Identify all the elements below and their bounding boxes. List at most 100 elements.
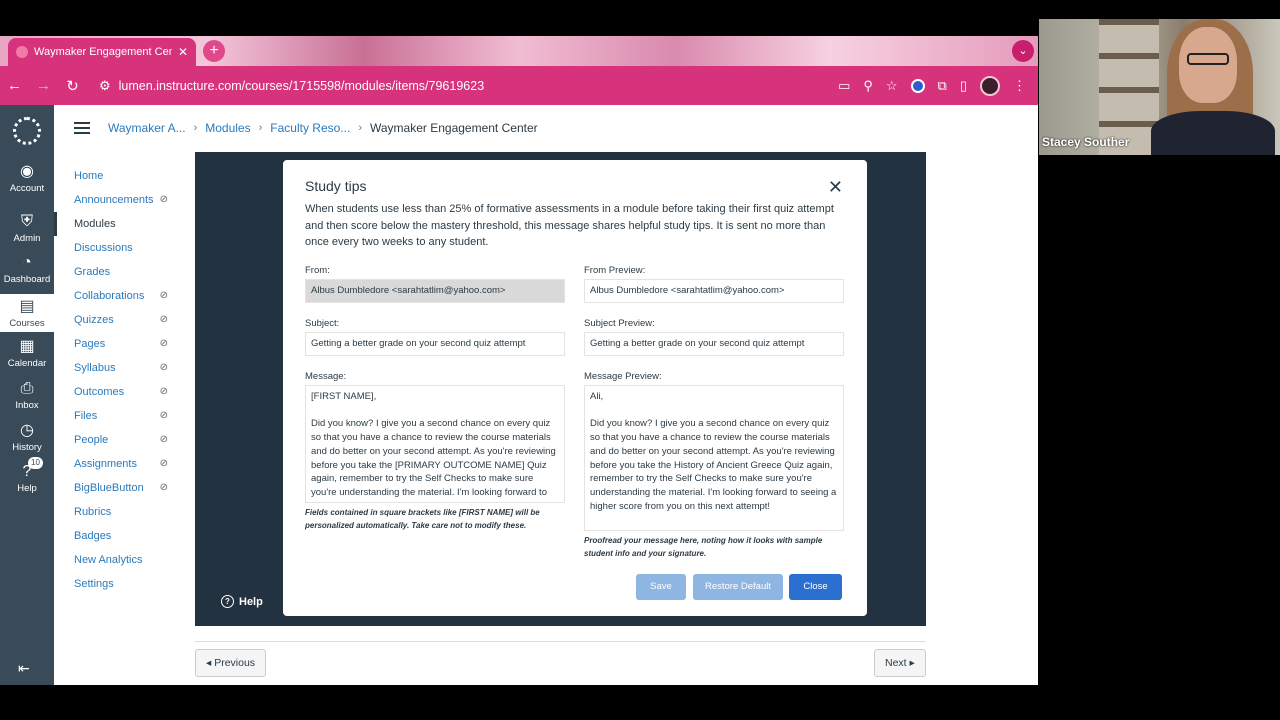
course-nav-badges[interactable]: Badges bbox=[54, 524, 184, 548]
course-nav-grades[interactable]: Grades bbox=[54, 260, 184, 284]
course-nav-label: Outcomes bbox=[74, 386, 125, 398]
hidden-eye-icon: ⊘ bbox=[159, 290, 168, 301]
bookmark-star-icon[interactable]: ☆ bbox=[886, 78, 898, 94]
password-manager-icon[interactable] bbox=[910, 78, 925, 93]
canvas-logo-icon[interactable] bbox=[13, 117, 41, 145]
menu-dots-icon[interactable]: ⋮ bbox=[1013, 78, 1026, 94]
favicon-icon bbox=[16, 46, 28, 58]
dialog-description: When students use less than 25% of forma… bbox=[305, 203, 834, 248]
course-nav-assignments[interactable]: Assignments ⊘ bbox=[54, 452, 184, 476]
next-button[interactable]: Next ▸ bbox=[874, 649, 926, 677]
global-nav-label: Account bbox=[9, 183, 45, 194]
admin-shield-icon: ⛨ bbox=[20, 213, 33, 230]
extensions-icon[interactable]: ⧉ bbox=[938, 78, 947, 94]
course-nav-label: Syllabus bbox=[74, 362, 116, 374]
profile-avatar[interactable] bbox=[980, 75, 1000, 96]
global-nav-label: Courses bbox=[9, 318, 45, 329]
study-tips-dialog: Study tips ✕ When students use less than… bbox=[283, 160, 867, 616]
close-icon[interactable]: ✕ bbox=[828, 177, 843, 198]
hidden-eye-icon: ⊘ bbox=[159, 194, 168, 205]
course-nav-label: New Analytics bbox=[74, 554, 143, 566]
toolbar-icons: ▭ ⚲ ☆ ⧉ ▯ ⋮ bbox=[838, 75, 1038, 96]
course-nav-modules[interactable]: Modules bbox=[54, 212, 184, 236]
collapse-nav-icon[interactable]: ⇤ bbox=[18, 660, 30, 677]
inbox-icon: ⎙ bbox=[20, 380, 34, 397]
browser-tab[interactable]: Waymaker Engagement Cente ✕ bbox=[8, 38, 196, 66]
global-nav-label: Help bbox=[17, 483, 37, 494]
from-preview-value: Albus Dumbledore <sarahtatlim@yahoo.com> bbox=[584, 279, 844, 303]
global-navigation: ◉ Account ⛨ Admin ◔ Dashboard ▤ Courses ▦ Calenda… bbox=[0, 105, 54, 685]
hidden-eye-icon: ⊘ bbox=[159, 314, 168, 325]
breadcrumb-faculty-resources[interactable]: Faculty Reso... bbox=[270, 121, 350, 135]
close-tab-icon[interactable]: ✕ bbox=[178, 45, 188, 59]
course-nav-quizzes[interactable]: Quizzes ⊘ bbox=[54, 308, 184, 332]
global-nav-calendar[interactable]: ▦ Calendar bbox=[0, 334, 54, 372]
footer-divider bbox=[195, 641, 926, 642]
course-nav-people[interactable]: People ⊘ bbox=[54, 428, 184, 452]
save-button[interactable]: Save bbox=[636, 574, 686, 600]
chevron-right-icon: › bbox=[193, 122, 198, 134]
zoom-icon[interactable]: ⚲ bbox=[863, 78, 873, 94]
global-nav-help[interactable]: ? 10 Help bbox=[0, 457, 54, 497]
course-nav-pages[interactable]: Pages ⊘ bbox=[54, 332, 184, 356]
presenter-body bbox=[1151, 111, 1275, 155]
global-nav-inbox[interactable]: ⎙ Inbox bbox=[0, 376, 54, 414]
subject-preview-value: Getting a better grade on your second qu… bbox=[584, 332, 844, 356]
hidden-eye-icon: ⊘ bbox=[159, 434, 168, 445]
course-nav-bigbluebutton[interactable]: BigBlueButton ⊘ bbox=[54, 476, 184, 500]
browser-toolbar: ← → ↻ ⚙ lumen.instructure.com/courses/17… bbox=[0, 66, 1038, 105]
message-preview-label: Message Preview: bbox=[584, 371, 662, 382]
course-nav-label: Pages bbox=[74, 338, 106, 350]
course-nav-label: Discussions bbox=[74, 242, 133, 254]
preview-column: From Preview: Albus Dumbledore <sarahtat… bbox=[584, 265, 844, 560]
global-nav-account[interactable]: ◉ Account bbox=[0, 159, 54, 197]
cast-icon[interactable]: ▭ bbox=[838, 78, 850, 94]
course-nav-outcomes[interactable]: Outcomes ⊘ bbox=[54, 380, 184, 404]
course-nav-label: Modules bbox=[74, 218, 116, 230]
course-nav-settings[interactable]: Settings bbox=[54, 572, 184, 596]
side-panel-icon[interactable]: ▯ bbox=[960, 78, 967, 94]
address-bar[interactable]: ⚙ lumen.instructure.com/courses/1715598/… bbox=[99, 78, 838, 94]
reload-icon[interactable]: ↻ bbox=[58, 77, 87, 95]
help-button[interactable]: ? Help bbox=[221, 595, 263, 608]
browser-window: Waymaker Engagement Cente ✕ + ⌄ ← → ↻ ⚙ … bbox=[0, 36, 1038, 685]
global-nav-admin[interactable]: ⛨ Admin bbox=[0, 209, 54, 247]
back-icon[interactable]: ← bbox=[0, 77, 29, 94]
global-nav-dashboard[interactable]: ◔ Dashboard bbox=[0, 250, 54, 288]
subject-input[interactable]: Getting a better grade on your second qu… bbox=[305, 332, 565, 356]
hidden-eye-icon: ⊘ bbox=[159, 410, 168, 421]
chevron-right-icon: › bbox=[258, 122, 263, 134]
message-preview-value: Ali, Did you know? I give you a second c… bbox=[584, 385, 844, 531]
course-nav-files[interactable]: Files ⊘ bbox=[54, 404, 184, 428]
course-nav-label: Quizzes bbox=[74, 314, 114, 326]
question-icon: ? bbox=[221, 595, 234, 608]
course-nav-label: Home bbox=[74, 170, 104, 182]
course-nav-rubrics[interactable]: Rubrics bbox=[54, 500, 184, 524]
course-nav-syllabus[interactable]: Syllabus ⊘ bbox=[54, 356, 184, 380]
breadcrumb-modules[interactable]: Modules bbox=[205, 121, 250, 135]
site-info-icon[interactable]: ⚙ bbox=[99, 78, 111, 94]
global-nav-courses[interactable]: ▤ Courses bbox=[0, 294, 54, 332]
tab-search-icon[interactable]: ⌄ bbox=[1012, 40, 1034, 62]
new-tab-button[interactable]: + bbox=[203, 40, 225, 62]
course-navigation: Home Announcements ⊘ Modules Discussions Grad… bbox=[54, 164, 184, 596]
breadcrumb-course[interactable]: Waymaker A... bbox=[108, 121, 186, 135]
course-nav-home[interactable]: Home bbox=[54, 164, 184, 188]
forward-icon[interactable]: → bbox=[29, 77, 58, 94]
restore-default-button[interactable]: Restore Default bbox=[693, 574, 783, 600]
course-nav-announcements[interactable]: Announcements ⊘ bbox=[54, 188, 184, 212]
course-nav-new-analytics[interactable]: New Analytics bbox=[54, 548, 184, 572]
presenter-name: Stacey Souther bbox=[1042, 135, 1130, 149]
course-nav-collaborations[interactable]: Collaborations ⊘ bbox=[54, 284, 184, 308]
previous-button[interactable]: ◂ Previous bbox=[195, 649, 267, 677]
global-nav-label: Admin bbox=[13, 233, 41, 244]
hamburger-menu-icon[interactable] bbox=[74, 122, 90, 134]
help-badge: 10 bbox=[28, 457, 43, 469]
url-text[interactable]: lumen.instructure.com/courses/1715598/mo… bbox=[119, 79, 485, 93]
course-nav-label: Badges bbox=[74, 530, 112, 542]
global-nav-history[interactable]: ◷ History bbox=[0, 418, 54, 456]
course-nav-discussions[interactable]: Discussions bbox=[54, 236, 184, 260]
message-textarea[interactable]: [FIRST NAME], Did you know? I give you a… bbox=[305, 385, 565, 503]
close-button[interactable]: Close bbox=[789, 574, 842, 600]
course-nav-label: People bbox=[74, 434, 109, 446]
